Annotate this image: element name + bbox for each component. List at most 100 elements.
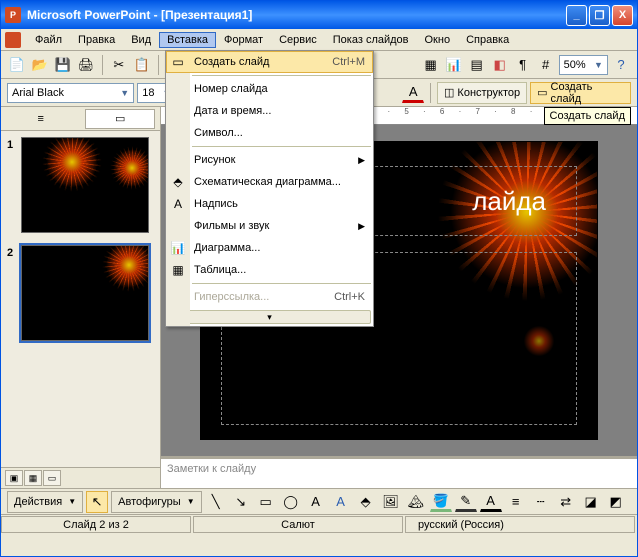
status-slide: Слайд 2 из 2 <box>1 516 191 533</box>
save-icon[interactable]: 💾 <box>53 54 73 76</box>
thumbnail-row[interactable]: 1 <box>7 137 154 233</box>
show-icon[interactable]: ◧ <box>490 54 510 76</box>
close-button[interactable]: X <box>612 5 633 26</box>
zoom-combo[interactable]: 50% ▼ <box>559 55 608 75</box>
table-icon[interactable]: ▦ <box>421 54 441 76</box>
menu-table[interactable]: ▦ Таблица... <box>166 259 373 281</box>
sorter-view-icon[interactable]: ▦ <box>24 470 42 486</box>
new-doc-icon[interactable]: 📄 <box>7 54 27 76</box>
menu-textbox[interactable]: A Надпись <box>166 193 373 215</box>
menu-slide-number[interactable]: Номер слайда <box>166 78 373 100</box>
fill-color-icon[interactable]: 🪣 <box>430 492 452 512</box>
menu-slideshow[interactable]: Показ слайдов <box>325 32 417 48</box>
slide-thumbnail[interactable] <box>21 137 149 233</box>
chevron-down-icon[interactable]: ▼ <box>118 88 131 98</box>
line-style-icon[interactable]: ≡ <box>505 491 527 513</box>
menu-symbol[interactable]: Символ... <box>166 122 373 144</box>
tooltip: Создать слайд <box>544 107 631 125</box>
menu-movies-sound[interactable]: Фильмы и звук ▶ <box>166 215 373 237</box>
tab-outline[interactable]: ≡ <box>6 109 76 129</box>
picture-icon[interactable]: 🏔 <box>405 491 427 513</box>
rect-icon[interactable]: ▭ <box>255 491 277 513</box>
notes-placeholder: Заметки к слайду <box>167 463 256 475</box>
menu-insert[interactable]: Вставка <box>159 32 216 48</box>
menubar: Файл Правка Вид Вставка Формат Сервис По… <box>1 29 637 51</box>
wordart-icon[interactable]: A <box>330 491 352 513</box>
diagram-icon[interactable]: ⬘ <box>355 491 377 513</box>
menu-edit[interactable]: Правка <box>70 32 123 48</box>
zoom-value: 50% <box>564 59 592 71</box>
select-icon[interactable]: ↖ <box>86 491 108 513</box>
menu-date-time[interactable]: Дата и время... <box>166 100 373 122</box>
menu-hyperlink: Гиперссылка... Ctrl+K <box>166 286 373 308</box>
open-icon[interactable]: 📂 <box>30 54 50 76</box>
arrow-icon[interactable]: ↘ <box>230 491 252 513</box>
arrow-style-icon[interactable]: ⇄ <box>555 491 577 513</box>
paste-icon[interactable]: 📋 <box>132 54 152 76</box>
designer-button[interactable]: ◫ Конструктор <box>437 82 527 104</box>
normal-view-icon[interactable]: ▣ <box>5 470 23 486</box>
slideshow-view-icon[interactable]: ▭ <box>43 470 61 486</box>
oval-icon[interactable]: ◯ <box>280 491 302 513</box>
textbox-icon: A <box>170 196 186 212</box>
chart-icon[interactable]: 📊 <box>444 54 464 76</box>
menu-tools[interactable]: Сервис <box>271 32 325 48</box>
autoshapes-menu[interactable]: Автофигуры▼ <box>111 491 202 513</box>
size-value: 18 <box>142 87 160 99</box>
actions-menu[interactable]: Действия▼ <box>7 491 83 513</box>
status-bar: Слайд 2 из 2 Салют русский (Россия) <box>1 514 637 534</box>
thumbnail-list: 1 2 <box>1 131 160 467</box>
status-lang: русский (Россия) <box>405 516 635 533</box>
insert-menu-dropdown: ▭ Создать слайд Ctrl+M Номер слайда Дата… <box>165 50 374 327</box>
menu-file[interactable]: Файл <box>27 32 70 48</box>
maximize-button[interactable]: ❐ <box>589 5 610 26</box>
slide-thumbnail[interactable] <box>21 245 149 341</box>
pane-tabs: ≡ ▭ <box>1 107 160 131</box>
thumbnail-pane: ≡ ▭ 1 2 ▣ ▦ ▭ <box>1 107 161 488</box>
diagram-icon: ⬘ <box>170 174 186 190</box>
submenu-arrow-icon: ▶ <box>358 221 365 232</box>
expand-menu-icon[interactable]: ▾ <box>168 310 371 324</box>
paragraph-icon[interactable]: ¶ <box>513 54 533 76</box>
grid-icon[interactable]: ▤ <box>467 54 487 76</box>
notes-pane[interactable]: Заметки к слайду <box>161 456 637 488</box>
doc-icon <box>5 32 21 48</box>
tab-slides[interactable]: ▭ <box>85 109 155 129</box>
chevron-down-icon[interactable]: ▼ <box>592 60 605 70</box>
help-icon[interactable]: ? <box>611 54 631 76</box>
status-template: Салют <box>193 516 403 533</box>
menu-picture[interactable]: Рисунок ▶ <box>166 149 373 171</box>
font-color-icon[interactable]: A <box>402 83 424 103</box>
menu-view[interactable]: Вид <box>123 32 159 48</box>
cut-icon[interactable]: ✂ <box>109 54 129 76</box>
chart-icon: 📊 <box>170 240 186 256</box>
window-title: Microsoft PowerPoint - [Презентация1] <box>27 8 564 22</box>
design-icon: ◫ <box>444 86 454 99</box>
print-icon[interactable]: 🖨 <box>76 54 96 76</box>
hash-icon[interactable]: # <box>536 54 556 76</box>
menu-chart[interactable]: 📊 Диаграмма... <box>166 237 373 259</box>
3d-icon[interactable]: ◩ <box>605 491 627 513</box>
dash-style-icon[interactable]: ┄ <box>530 491 552 513</box>
minimize-button[interactable]: _ <box>566 5 587 26</box>
app-icon: P <box>5 7 21 23</box>
thumbnail-row[interactable]: 2 <box>7 245 154 341</box>
slide-icon: ▭ <box>170 54 186 70</box>
menu-format[interactable]: Формат <box>216 32 271 48</box>
line-color-icon[interactable]: ✎ <box>455 492 477 512</box>
drawing-toolbar: Действия▼ ↖ Автофигуры▼ ╲ ↘ ▭ ◯ A A ⬘ 🖼 … <box>1 488 637 514</box>
textbox-icon[interactable]: A <box>305 491 327 513</box>
slide-icon: ▭ <box>537 86 547 99</box>
menu-help[interactable]: Справка <box>458 32 517 48</box>
clipart-icon[interactable]: 🖼 <box>380 491 402 513</box>
menu-new-slide[interactable]: ▭ Создать слайд Ctrl+M <box>166 51 373 73</box>
shadow-icon[interactable]: ◪ <box>580 491 602 513</box>
menu-window[interactable]: Окно <box>417 32 459 48</box>
menu-diagram[interactable]: ⬘ Схематическая диаграмма... <box>166 171 373 193</box>
titlebar: P Microsoft PowerPoint - [Презентация1] … <box>1 1 637 29</box>
line-icon[interactable]: ╲ <box>205 491 227 513</box>
font-color-icon[interactable]: A <box>480 492 502 512</box>
font-combo[interactable]: Arial Black ▼ <box>7 83 134 103</box>
slide-number: 2 <box>7 245 21 341</box>
new-slide-button[interactable]: ▭ Создать слайд <box>530 82 631 104</box>
